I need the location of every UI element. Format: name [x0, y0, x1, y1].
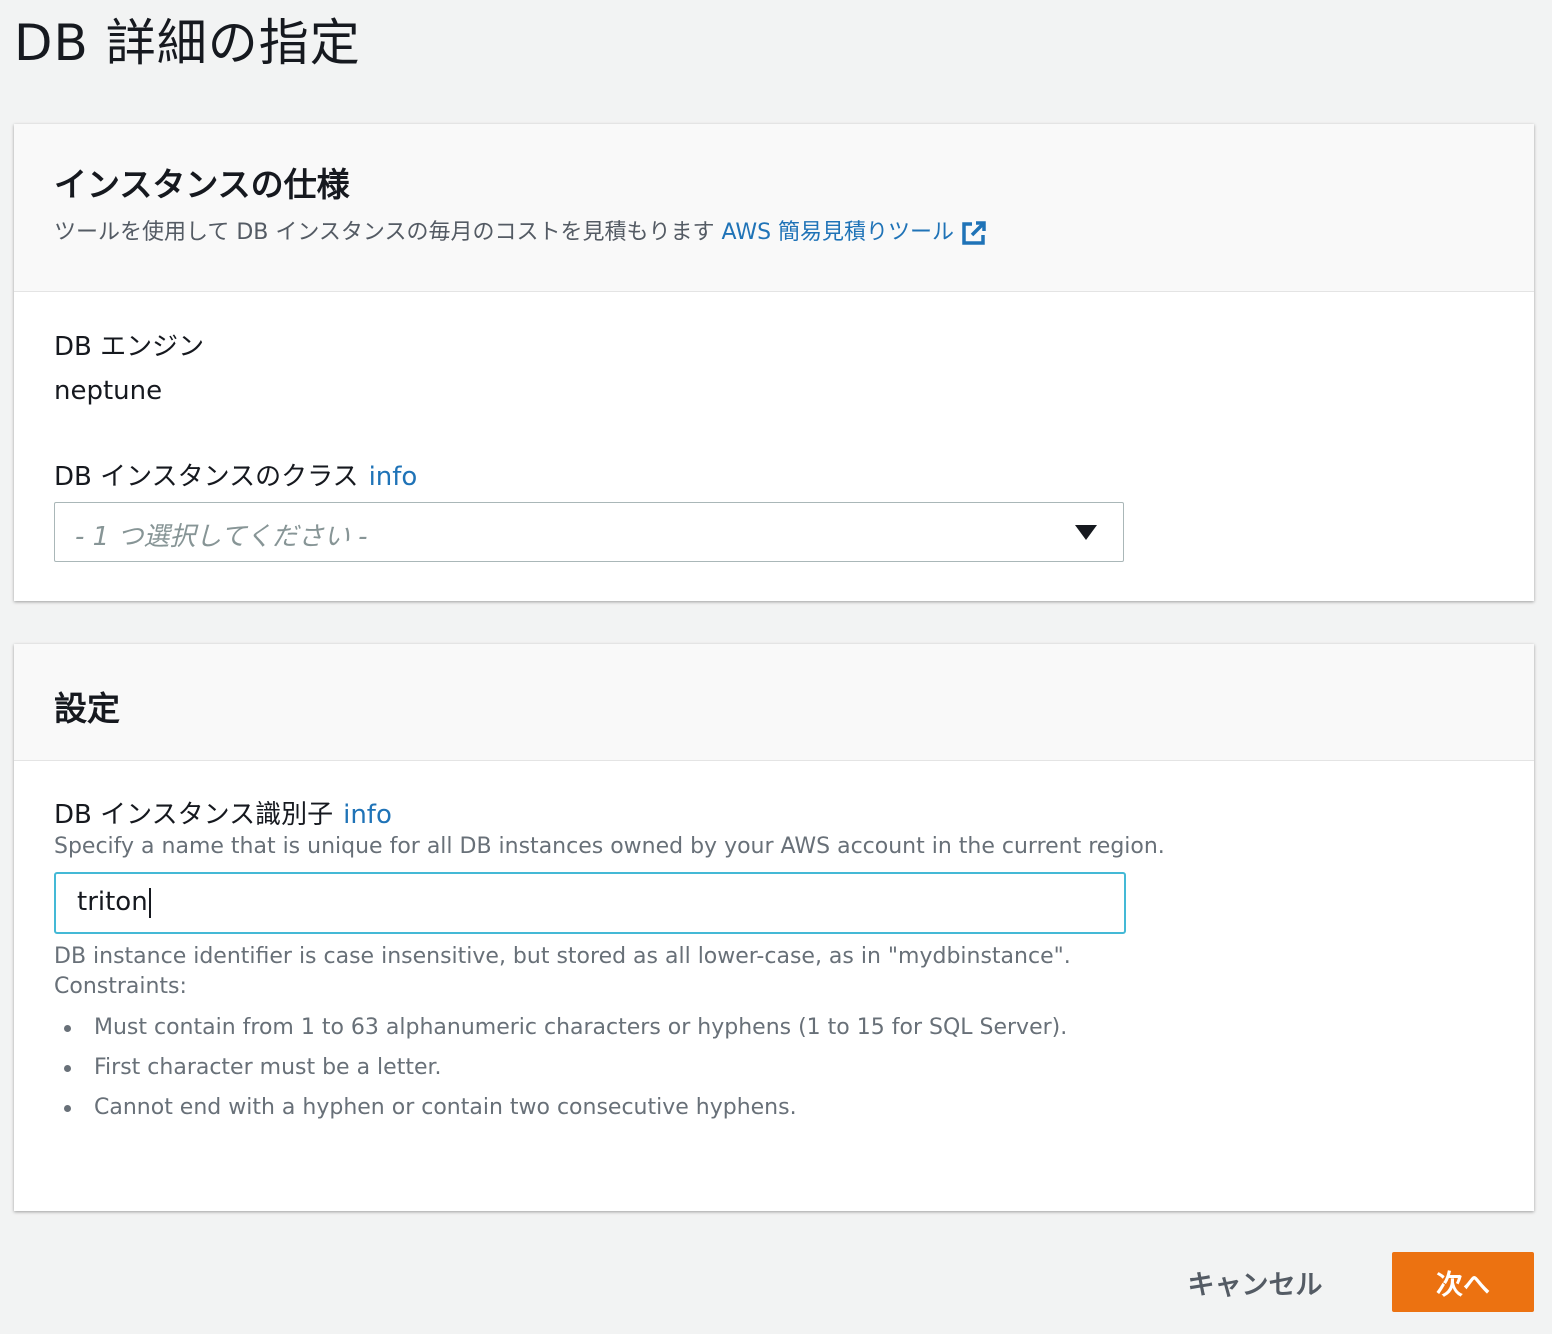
list-item: First character must be a letter.	[54, 1048, 1067, 1088]
db-instance-class-label: DB インスタンスのクラス info	[54, 456, 417, 493]
constraints-label: Constraints:	[54, 974, 187, 999]
external-link-icon	[962, 221, 986, 245]
db-engine-value: neptune	[54, 376, 163, 406]
constraint-text: Cannot end with a hyphen or contain two …	[94, 1095, 797, 1120]
constraints-list: Must contain from 1 to 63 alphanumeric c…	[54, 1008, 1067, 1128]
list-item: Cannot end with a hyphen or contain two …	[54, 1088, 1067, 1128]
bullet-icon	[64, 1025, 71, 1032]
page-title: DB 詳細の指定	[14, 14, 361, 72]
case-insensitive-note: DB instance identifier is case insensiti…	[54, 944, 1071, 969]
db-instance-identifier-value: triton	[77, 887, 151, 918]
db-instance-identifier-input[interactable]: triton	[54, 872, 1126, 934]
db-instance-identifier-label: DB インスタンス識別子 info	[54, 794, 392, 831]
next-button[interactable]: 次へ	[1392, 1252, 1534, 1312]
bullet-icon	[64, 1065, 71, 1072]
db-engine-label: DB エンジン	[54, 332, 205, 362]
text-cursor	[148, 887, 151, 918]
instance-spec-description: ツールを使用して DB インスタンスの毎月のコストを見積もります AWS 簡易見…	[54, 214, 988, 247]
db-instance-class-select[interactable]: - 1 つ選択してください -	[54, 502, 1124, 562]
constraint-text: First character must be a letter.	[94, 1055, 442, 1080]
instance-spec-title: インスタンスの仕様	[54, 165, 350, 204]
settings-header: 設定	[14, 644, 1534, 761]
list-item: Must contain from 1 to 63 alphanumeric c…	[54, 1008, 1067, 1048]
db-instance-identifier-description: Specify a name that is unique for all DB…	[54, 834, 1165, 859]
aws-calculator-link-label: AWS 簡易見積りツール	[721, 220, 955, 245]
db-instance-class-info-link[interactable]: info	[369, 462, 418, 492]
settings-title: 設定	[54, 689, 120, 728]
bullet-icon	[64, 1105, 71, 1112]
cost-description-text: ツールを使用して DB インスタンスの毎月のコストを見積もります	[54, 220, 715, 245]
settings-panel: 設定 DB インスタンス識別子 info Specify a name that …	[14, 644, 1534, 1211]
instance-spec-panel: インスタンスの仕様 ツールを使用して DB インスタンスの毎月のコストを見積もり…	[14, 124, 1534, 601]
db-instance-class-label-text: DB インスタンスのクラス	[54, 462, 359, 492]
instance-spec-header: インスタンスの仕様 ツールを使用して DB インスタンスの毎月のコストを見積もり…	[14, 124, 1534, 292]
db-instance-class-placeholder: - 1 つ選択してください -	[75, 522, 368, 552]
aws-calculator-link[interactable]: AWS 簡易見積りツール	[721, 220, 988, 245]
db-instance-identifier-label-text: DB インスタンス識別子	[54, 800, 334, 830]
db-instance-identifier-info-link[interactable]: info	[343, 800, 392, 830]
constraint-text: Must contain from 1 to 63 alphanumeric c…	[94, 1015, 1068, 1040]
cancel-button[interactable]: キャンセル	[1150, 1252, 1360, 1312]
caret-down-icon	[1075, 525, 1097, 540]
identifier-value-text: triton	[77, 887, 148, 917]
